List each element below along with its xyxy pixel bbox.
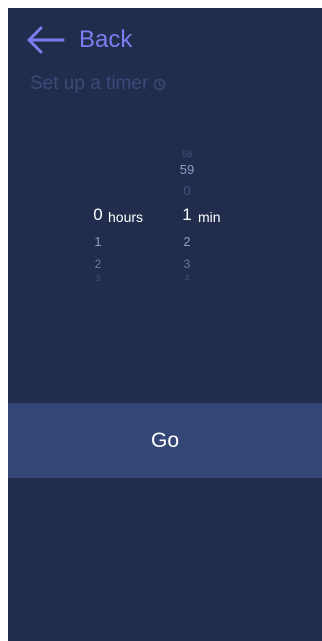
go-label: Go: [150, 428, 179, 452]
minutes-option[interactable]: 58: [172, 149, 202, 159]
hours-option[interactable]: 1: [83, 234, 113, 250]
minutes-option[interactable]: 3: [172, 256, 202, 272]
minutes-option[interactable]: 4: [172, 273, 202, 283]
minutes-option[interactable]: 2: [172, 234, 202, 250]
go-button[interactable]: Go: [8, 403, 322, 478]
hours-unit-label: hours: [108, 209, 144, 225]
hours-option[interactable]: 3: [83, 273, 113, 283]
time-picker[interactable]: 0 hours 1 2 3 58 59 0 1 min 2 3 4: [8, 8, 322, 308]
minutes-option[interactable]: 0: [172, 183, 202, 199]
minutes-unit-label: min: [198, 209, 221, 225]
hours-option[interactable]: 2: [83, 256, 113, 272]
minutes-option[interactable]: 59: [172, 162, 202, 178]
timer-screen: Back Set up a timer 0 hours 1 2 3 58 59 …: [8, 8, 322, 641]
